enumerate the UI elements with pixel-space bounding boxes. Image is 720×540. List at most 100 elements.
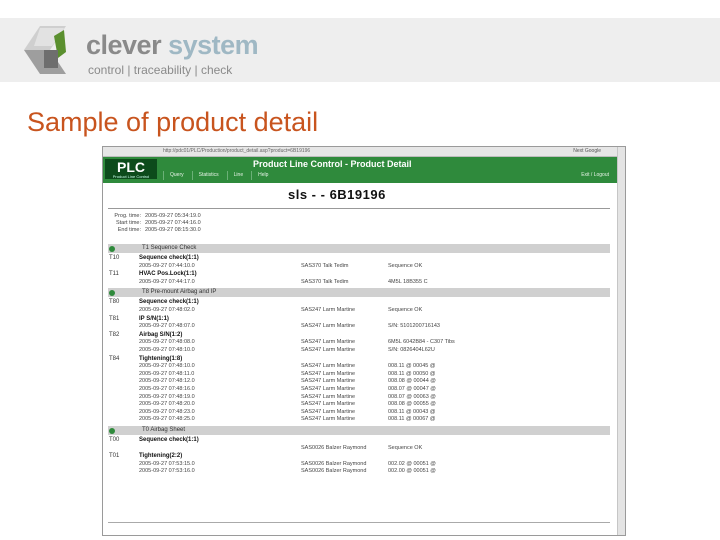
result-row: 2005-09-27 07:48:10.0 SAS247 Larm Martine… [108,363,610,371]
result-row: 2005-09-27 07:48:20.0 SAS247 Larm Martine… [108,401,610,409]
result-date: 2005-09-27 07:48:10.0 [139,363,195,370]
section-title: T1 Sequence Check [142,245,197,251]
time-row: End time: 2005-09-27 08:15:30.0 [117,227,201,233]
result-date: 2005-09-27 07:48:02.0 [139,307,195,313]
result-operator: SAS370 Talk Tedim [301,278,349,285]
test-code: T10 [109,255,120,261]
plc-logo-sub: Product Line Control [112,174,150,179]
result-value: Sequence OK [388,262,423,269]
result-date: 2005-09-27 07:48:23.0 [139,408,195,415]
section-header[interactable]: T8 Pre-mount Airbag and IP [108,288,610,298]
result-operator: SAS247 Larm Martine [301,408,356,415]
result-value: 008.11 @ 00045 @ [388,363,436,370]
result-operator: SAS370 Talk Tedim [301,262,349,269]
test-name: IP S/N(1:1) [139,315,169,322]
nav-statistics[interactable]: Statistics [191,171,225,180]
result-value: S/N: 5101200716143 [388,323,440,330]
page-footer [108,522,610,533]
result-row: 2005-09-27 07:48:07.0 SAS247 Larm Martine… [108,323,610,331]
test-row: T81 IP S/N(1:1) [108,316,610,324]
result-operator: SAS247 Larm Martine [301,378,356,385]
result-operator: SAS247 Larm Martine [301,363,356,370]
result-operator: SAS247 Larm Martine [301,386,356,392]
result-operator: SAS0026 Balzer Raymond [301,468,367,475]
slide-title: Sample of product detail [27,107,319,137]
result-row: 2005-09-27 07:48:16.0 SAS247 Larm Martine… [108,386,610,394]
result-date: 2005-09-27 07:48:16.0 [139,386,195,392]
result-operator: SAS247 Larm Martine [301,339,356,346]
test-code: T01 [109,453,120,460]
expand-toggle-icon[interactable] [109,289,115,296]
app-header: PLC Product Line Control Product Line Co… [103,157,617,183]
app-nav: Query Statistics Line Help [163,171,274,180]
test-name: Airbag S/N(1:2) [139,331,183,338]
test-row: T84 Tightening(1:8) [108,356,610,364]
expand-toggle-icon[interactable] [109,245,115,252]
result-row: 2005-09-27 07:53:15.0 SAS0026 Balzer Raym… [108,461,610,469]
section-header[interactable]: T0 Airbag Sheet [108,426,610,435]
result-value: 6M5L 6042B84 - C307 Tibs [388,339,455,346]
nav-query[interactable]: Query [163,171,190,180]
test-row: T11 HVAC Pos.Lock(1:1) [108,271,610,279]
address-bar: http://pdc01/PLC/Production/product_deta… [103,147,625,157]
browser-screenshot: http://pdc01/PLC/Production/product_deta… [102,146,626,536]
result-operator: SAS247 Larm Martine [301,370,356,377]
result-row: 2005-09-27 07:44:17.0 SAS370 Talk Tedim 4M… [108,279,610,287]
result-value: 4M5L 18B355 C [388,278,428,285]
result-value: 008.07 @ 00063 @ [388,393,436,400]
test-name: HVAC Pos.Lock(1:1) [139,271,197,278]
result-date: 2005-09-27 07:48:08.0 [139,339,195,346]
brand-tagline: control | traceability | check [88,63,233,77]
time-row: Start time: 2005-09-27 07:44:16.0 [115,220,201,226]
heading-divider [108,208,610,209]
result-row: 2005-09-27 07:53:16.0 SAS0026 Balzer Raym… [108,468,610,476]
result-value: 008.11 @ 00043 @ [388,408,436,415]
test-name: Sequence check(1:1) [139,255,199,261]
result-operator: SAS247 Larm Martine [301,347,356,353]
test-name: Tightening(2:2) [139,453,183,460]
plc-logo: PLC Product Line Control [105,159,157,179]
test-code: T80 [109,299,120,306]
result-date: 2005-09-27 07:48:07.0 [139,323,195,330]
result-value: 008.07 @ 00047 @ [388,386,436,392]
nav-line[interactable]: Line [226,171,249,180]
nav-help[interactable]: Help [251,171,274,180]
result-operator: SAS0026 Balzer Raymond [301,444,367,451]
plc-logo-text: PLC [117,159,145,175]
result-row: 2005-09-27 07:44:10.0 SAS370 Talk Tedim Se… [108,263,610,271]
test-name: Sequence check(1:1) [139,299,199,306]
result-value: 008.11 @ 00067 @ [388,416,436,423]
expand-toggle-icon[interactable] [109,427,115,434]
nav-logout[interactable]: Exit / Logout [581,172,609,178]
result-date: 2005-09-27 07:48:11.0 [139,370,195,377]
result-operator: SAS247 Larm Martine [301,307,356,313]
test-name: Sequence check(1:1) [139,437,199,443]
test-row: T00 Sequence check(1:1) [108,437,610,445]
result-value: 002.02 @ 00051 @ [388,460,436,467]
browser-toolbar-right[interactable]: Next Google [573,148,601,154]
test-row: T01 Tightening(2:2) [108,453,610,461]
result-value: 008.11 @ 00050 @ [388,370,436,377]
section-header[interactable]: T1 Sequence Check [108,244,610,253]
brand-name: clever system [86,30,259,61]
result-date: 2005-09-27 07:44:17.0 [139,278,195,285]
result-value: 008.08 @ 00055 @ [388,401,436,408]
result-row: 2005-09-27 07:48:23.0 SAS247 Larm Martine… [108,409,610,417]
test-code: T82 [109,331,120,338]
result-row: 2005-09-27 07:48:02.0 SAS247 Larm Martine… [108,307,610,315]
address-url[interactable]: http://pdc01/PLC/Production/product_deta… [163,148,310,154]
brand-name-a: clever [86,30,162,60]
app-title: Product Line Control - Product Detail [253,159,412,169]
test-code: T81 [109,315,120,322]
result-row: 2005-09-27 07:48:19.0 SAS247 Larm Martine… [108,394,610,402]
result-row: 2005-09-27 07:48:12.0 SAS247 Larm Martine… [108,378,610,386]
result-value: Sequence OK [388,444,423,451]
result-operator: SAS0026 Balzer Raymond [301,460,367,467]
result-value: 002.00 @ 00051 @ [388,468,436,475]
time-summary: Prog. time: 2005-09-27 05:34:19.0 Start t… [107,213,201,234]
vertical-scrollbar[interactable] [617,147,625,535]
result-row: 2005-09-27 07:48:11.0 SAS247 Larm Martine… [108,371,610,379]
section-title: T0 Airbag Sheet [142,427,186,433]
test-name: Tightening(1:8) [139,355,183,362]
result-date: 2005-09-27 07:44:10.0 [139,262,195,269]
